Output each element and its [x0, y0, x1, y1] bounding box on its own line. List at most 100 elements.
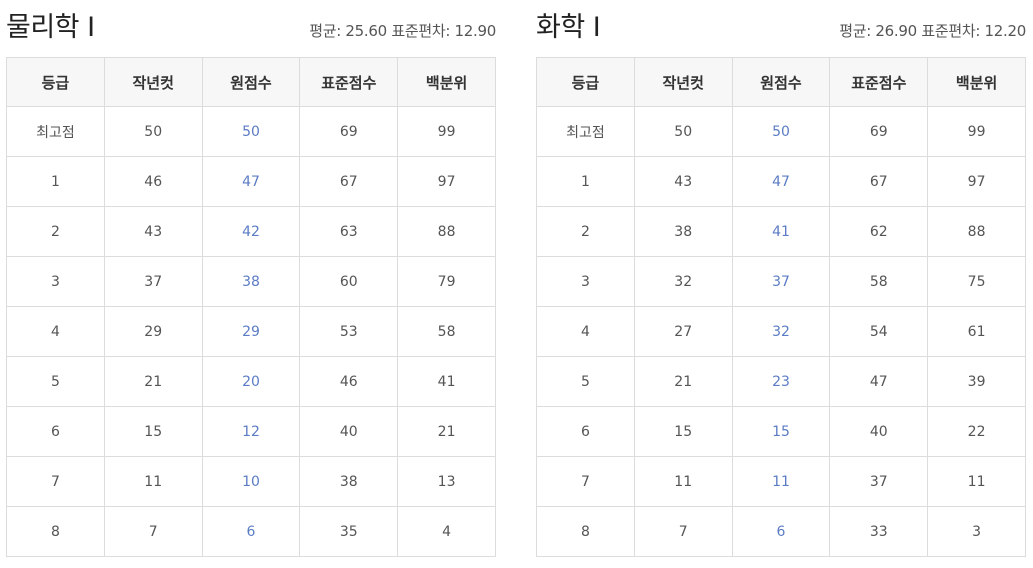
physics-panel: 물리학 Ⅰ 평균: 25.60 표준편차: 12.90 등급 작년컷 원점수 표… [6, 0, 496, 557]
last-year-cut-cell: 7 [633, 506, 733, 557]
table-row: 4 27 32 54 61 [536, 306, 1026, 357]
grade-cell: 6 [536, 406, 635, 457]
raw-score-cell: 47 [201, 156, 301, 207]
panel-header: 물리학 Ⅰ 평균: 25.60 표준편차: 12.90 [6, 0, 496, 57]
table-row: 7 11 10 38 13 [6, 456, 496, 507]
last-year-cut-cell: 15 [103, 406, 203, 457]
last-year-cut-cell: 32 [633, 256, 733, 307]
grade-cell: 3 [6, 256, 105, 307]
raw-score-cell: 41 [731, 206, 831, 257]
standard-score-cell: 67 [299, 156, 399, 207]
header-grade: 등급 [6, 57, 105, 107]
percentile-cell: 97 [397, 156, 496, 207]
header-percentile: 백분위 [927, 57, 1026, 107]
standard-score-cell: 60 [299, 256, 399, 307]
last-year-cut-cell: 11 [103, 456, 203, 507]
percentile-cell: 58 [397, 306, 496, 357]
header-row: 등급 작년컷 원점수 표준점수 백분위 [6, 57, 496, 107]
header-last-year-cut: 작년컷 [633, 57, 733, 107]
raw-score-cell: 37 [731, 256, 831, 307]
header-row: 등급 작년컷 원점수 표준점수 백분위 [536, 57, 1026, 107]
grade-cell: 4 [536, 306, 635, 357]
last-year-cut-cell: 50 [633, 106, 733, 157]
raw-score-cell: 42 [201, 206, 301, 257]
header-grade: 등급 [536, 57, 635, 107]
last-year-cut-cell: 50 [103, 106, 203, 157]
table-row: 최고점 50 50 69 99 [536, 106, 1026, 157]
header-raw-score: 원점수 [731, 57, 831, 107]
percentile-cell: 3 [927, 506, 1026, 557]
grade-cell: 8 [6, 506, 105, 557]
table-row: 1 43 47 67 97 [536, 156, 1026, 207]
raw-score-cell: 20 [201, 356, 301, 407]
standard-score-cell: 54 [829, 306, 929, 357]
percentile-cell: 13 [397, 456, 496, 507]
grade-cell: 7 [536, 456, 635, 507]
header-last-year-cut: 작년컷 [103, 57, 203, 107]
table-body: 최고점 50 50 69 99 1 46 47 67 97 2 43 42 63… [6, 106, 496, 557]
last-year-cut-cell: 37 [103, 256, 203, 307]
raw-score-cell: 15 [731, 406, 831, 457]
last-year-cut-cell: 43 [103, 206, 203, 257]
grade-cell: 5 [536, 356, 635, 407]
grade-cell: 최고점 [536, 106, 635, 157]
percentile-cell: 99 [927, 106, 1026, 157]
chemistry-panel: 화학 Ⅰ 평균: 26.90 표준편차: 12.20 등급 작년컷 원점수 표준… [536, 0, 1026, 557]
grade-table: 등급 작년컷 원점수 표준점수 백분위 최고점 50 50 69 99 1 46… [6, 57, 496, 557]
panel-stats: 평균: 25.60 표준편차: 12.90 [309, 22, 496, 40]
raw-score-cell: 10 [201, 456, 301, 507]
header-standard-score: 표준점수 [299, 57, 399, 107]
standard-score-cell: 47 [829, 356, 929, 407]
raw-score-cell: 6 [731, 506, 831, 557]
standard-score-cell: 33 [829, 506, 929, 557]
table-row: 5 21 20 46 41 [6, 356, 496, 407]
grade-cell: 1 [6, 156, 105, 207]
percentile-cell: 4 [397, 506, 496, 557]
table-row: 3 32 37 58 75 [536, 256, 1026, 307]
percentile-cell: 99 [397, 106, 496, 157]
raw-score-cell: 50 [731, 106, 831, 157]
grade-cell: 5 [6, 356, 105, 407]
table-head: 등급 작년컷 원점수 표준점수 백분위 [536, 57, 1026, 107]
last-year-cut-cell: 7 [103, 506, 203, 557]
standard-score-cell: 69 [299, 106, 399, 157]
table-row: 7 11 11 37 11 [536, 456, 1026, 507]
grade-cell: 4 [6, 306, 105, 357]
last-year-cut-cell: 29 [103, 306, 203, 357]
percentile-cell: 39 [927, 356, 1026, 407]
raw-score-cell: 12 [201, 406, 301, 457]
table-head: 등급 작년컷 원점수 표준점수 백분위 [6, 57, 496, 107]
table-row: 5 21 23 47 39 [536, 356, 1026, 407]
last-year-cut-cell: 15 [633, 406, 733, 457]
grade-cell: 2 [6, 206, 105, 257]
header-standard-score: 표준점수 [829, 57, 929, 107]
raw-score-cell: 6 [201, 506, 301, 557]
grade-cell: 최고점 [6, 106, 105, 157]
header-percentile: 백분위 [397, 57, 496, 107]
grade-cell: 6 [6, 406, 105, 457]
table-body: 최고점 50 50 69 99 1 43 47 67 97 2 38 41 62… [536, 106, 1026, 557]
raw-score-cell: 11 [731, 456, 831, 507]
panel-stats: 평균: 26.90 표준편차: 12.20 [839, 22, 1026, 40]
percentile-cell: 88 [927, 206, 1026, 257]
standard-score-cell: 67 [829, 156, 929, 207]
table-row: 8 7 6 33 3 [536, 506, 1026, 557]
percentile-cell: 41 [397, 356, 496, 407]
last-year-cut-cell: 21 [103, 356, 203, 407]
standard-score-cell: 46 [299, 356, 399, 407]
grade-cell: 3 [536, 256, 635, 307]
percentile-cell: 22 [927, 406, 1026, 457]
table-row: 최고점 50 50 69 99 [6, 106, 496, 157]
panel-title: 화학 Ⅰ [536, 12, 601, 43]
percentile-cell: 61 [927, 306, 1026, 357]
panel-header: 화학 Ⅰ 평균: 26.90 표준편차: 12.20 [536, 0, 1026, 57]
table-row: 1 46 47 67 97 [6, 156, 496, 207]
standard-score-cell: 38 [299, 456, 399, 507]
table-row: 4 29 29 53 58 [6, 306, 496, 357]
table-row: 3 37 38 60 79 [6, 256, 496, 307]
raw-score-cell: 32 [731, 306, 831, 357]
standard-score-cell: 40 [299, 406, 399, 457]
table-row: 6 15 15 40 22 [536, 406, 1026, 457]
grade-cell: 2 [536, 206, 635, 257]
grade-cell: 7 [6, 456, 105, 507]
